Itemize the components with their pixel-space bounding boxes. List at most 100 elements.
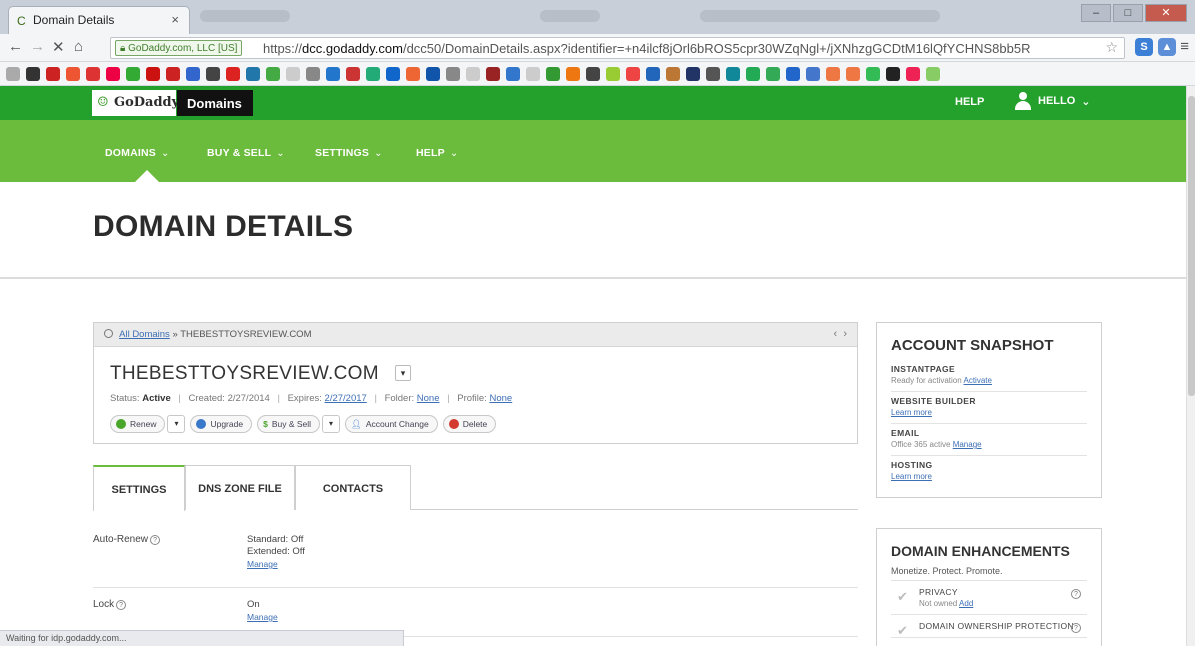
bookmark-icon[interactable] xyxy=(186,67,200,81)
help-icon[interactable]: ? xyxy=(1071,589,1081,599)
blurred-tab[interactable] xyxy=(700,10,940,22)
bookmark-icon[interactable] xyxy=(326,67,340,81)
bookmark-icon[interactable] xyxy=(706,67,720,81)
renew-options-button[interactable]: ▾ xyxy=(167,415,186,433)
tab-settings[interactable]: SETTINGS xyxy=(93,465,185,511)
bookmark-icon[interactable] xyxy=(146,67,160,81)
help-icon[interactable]: ? xyxy=(1071,623,1081,633)
bookmark-icon[interactable] xyxy=(886,67,900,81)
instantpage-activate-link[interactable]: Activate xyxy=(963,376,991,385)
help-icon[interactable]: ? xyxy=(150,535,161,545)
bookmark-icon[interactable] xyxy=(726,67,740,81)
home-icon[interactable]: ⌂ xyxy=(74,38,83,55)
help-link[interactable]: HELP xyxy=(955,96,984,108)
bookmark-icon[interactable] xyxy=(826,67,840,81)
upgrade-button[interactable]: Upgrade xyxy=(190,415,253,433)
bookmark-icon[interactable] xyxy=(506,67,520,81)
bookmark-icon[interactable] xyxy=(6,67,20,81)
bookmark-icon[interactable] xyxy=(586,67,600,81)
forward-arrow-icon[interactable]: → xyxy=(30,38,45,55)
bookmark-icon[interactable] xyxy=(486,67,500,81)
bookmark-icon[interactable] xyxy=(386,67,400,81)
bookmark-icon[interactable] xyxy=(606,67,620,81)
nav-help[interactable]: HELP ⌄ xyxy=(416,147,458,159)
lock-manage-link[interactable]: Manage xyxy=(247,611,278,623)
bookmark-icon[interactable] xyxy=(206,67,220,81)
bookmark-icon[interactable] xyxy=(26,67,40,81)
chevron-left-icon[interactable]: ‹ xyxy=(834,328,838,340)
bookmark-icon[interactable] xyxy=(286,67,300,81)
bookmark-icon[interactable] xyxy=(526,67,540,81)
bookmark-icon[interactable] xyxy=(786,67,800,81)
scrollbar-thumb[interactable] xyxy=(1188,96,1195,396)
bookmark-star-icon[interactable]: ☆ xyxy=(1105,39,1118,56)
stop-icon[interactable]: ✕ xyxy=(52,38,65,56)
buy-sell-button[interactable]: $ Buy & Sell xyxy=(257,415,321,433)
bookmark-icon[interactable] xyxy=(246,67,260,81)
bookmark-icon[interactable] xyxy=(86,67,100,81)
bookmark-icon[interactable] xyxy=(266,67,280,81)
bookmark-icon[interactable] xyxy=(906,67,920,81)
bookmark-icon[interactable] xyxy=(366,67,380,81)
breadcrumb-all-domains[interactable]: All Domains xyxy=(119,329,170,340)
menu-icon[interactable]: ≡ xyxy=(1180,38,1189,55)
url-input[interactable]: 🔒︎ GoDaddy.com, LLC [US] https://dcc.god… xyxy=(110,37,1125,59)
bookmark-icon[interactable] xyxy=(106,67,120,81)
back-arrow-icon[interactable]: ← xyxy=(8,38,23,55)
bookmark-icon[interactable] xyxy=(46,67,60,81)
email-manage-link[interactable]: Manage xyxy=(953,440,982,449)
godaddy-logo[interactable]: ☺ GoDaddy xyxy=(92,90,179,116)
blurred-tab[interactable] xyxy=(200,10,290,22)
tab-contacts[interactable]: CONTACTS xyxy=(295,465,411,510)
refresh-icon[interactable] xyxy=(104,329,113,338)
tab-dns-zone-file[interactable]: DNS ZONE FILE xyxy=(185,465,295,510)
page-scrollbar[interactable] xyxy=(1186,86,1195,646)
bookmark-icon[interactable] xyxy=(126,67,140,81)
bookmark-icon[interactable] xyxy=(686,67,700,81)
privacy-add-link[interactable]: Add xyxy=(959,599,973,608)
maximize-icon[interactable]: □ xyxy=(1113,4,1143,22)
bookmark-icon[interactable] xyxy=(66,67,80,81)
nav-buy-sell[interactable]: BUY & SELL ⌄ xyxy=(207,147,285,159)
browser-tab[interactable]: C Domain Details × xyxy=(8,6,190,34)
secure-badge[interactable]: 🔒︎ GoDaddy.com, LLC [US] xyxy=(115,40,243,56)
nav-settings[interactable]: SETTINGS ⌄ xyxy=(315,147,383,159)
chevron-right-icon[interactable]: › xyxy=(843,328,847,340)
expires-link[interactable]: 2/27/2017 xyxy=(325,393,367,404)
domain-dropdown-button[interactable]: ▾ xyxy=(395,365,411,381)
delete-button[interactable]: Delete xyxy=(442,415,497,433)
bookmark-icon[interactable] xyxy=(546,67,560,81)
bookmark-icon[interactable] xyxy=(306,67,320,81)
bookmark-icon[interactable] xyxy=(926,67,940,81)
extension-icon[interactable]: S xyxy=(1135,38,1153,56)
close-tab-icon[interactable]: × xyxy=(171,12,179,27)
help-icon[interactable]: ? xyxy=(116,600,127,610)
bookmark-icon[interactable] xyxy=(446,67,460,81)
minimize-icon[interactable]: – xyxy=(1081,4,1111,22)
bookmark-icon[interactable] xyxy=(846,67,860,81)
bookmark-icon[interactable] xyxy=(226,67,240,81)
website-builder-learn-more-link[interactable]: Learn more xyxy=(891,408,932,417)
close-window-icon[interactable]: ✕ xyxy=(1145,4,1187,22)
bookmark-icon[interactable] xyxy=(646,67,660,81)
profile-link[interactable]: None xyxy=(489,393,512,404)
user-menu[interactable]: HELLO ⌄ xyxy=(1014,92,1091,110)
bookmark-icon[interactable] xyxy=(626,67,640,81)
bookmark-icon[interactable] xyxy=(426,67,440,81)
bookmark-icon[interactable] xyxy=(866,67,880,81)
hosting-learn-more-link[interactable]: Learn more xyxy=(891,472,932,481)
bookmark-icon[interactable] xyxy=(746,67,760,81)
bookmark-icon[interactable] xyxy=(666,67,680,81)
blurred-tab[interactable] xyxy=(540,10,600,22)
domains-section-label[interactable]: Domains xyxy=(177,90,253,116)
auto-renew-manage-link[interactable]: Manage xyxy=(247,558,305,570)
nav-domains[interactable]: DOMAINS ⌄ xyxy=(105,147,170,159)
bookmark-icon[interactable] xyxy=(766,67,780,81)
bookmark-icon[interactable] xyxy=(406,67,420,81)
buy-sell-options-button[interactable]: ▾ xyxy=(322,415,341,433)
bookmark-icon[interactable] xyxy=(466,67,480,81)
bookmark-icon[interactable] xyxy=(806,67,820,81)
bookmark-icon[interactable] xyxy=(166,67,180,81)
bookmark-icon[interactable] xyxy=(566,67,580,81)
bookmark-icon[interactable] xyxy=(346,67,360,81)
